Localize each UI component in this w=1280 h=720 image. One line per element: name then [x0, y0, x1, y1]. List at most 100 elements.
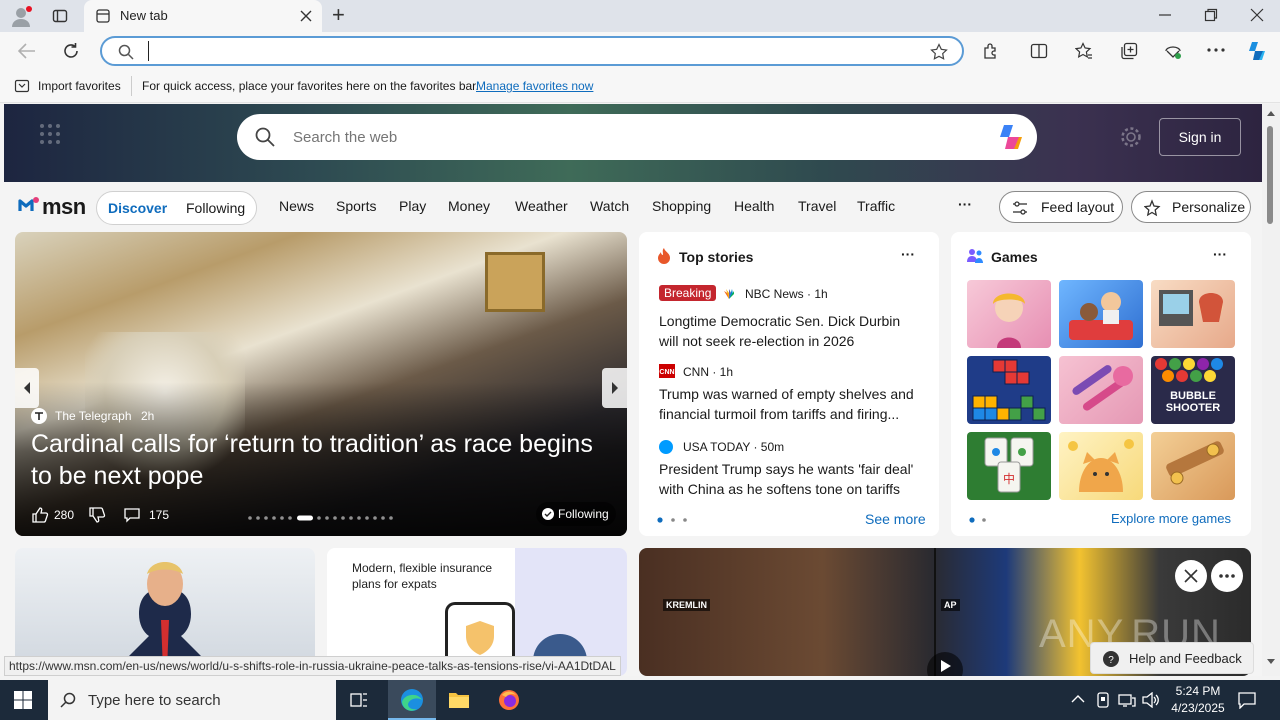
game-tile-waiter[interactable] [1059, 280, 1143, 348]
favorites-icon[interactable] [1075, 42, 1093, 60]
close-window-icon[interactable] [1250, 8, 1264, 22]
story-headline-1[interactable]: Longtime Democratic Sen. Dick Durbin wil… [659, 311, 921, 351]
game-tile-wood-puzzle[interactable] [1151, 432, 1235, 500]
nav-weather[interactable]: Weather [515, 198, 568, 214]
carousel-headline[interactable]: Cardinal calls for ‘return to tradition’… [31, 428, 611, 492]
favorite-star-icon[interactable] [930, 43, 948, 61]
dismiss-video-button[interactable] [1175, 560, 1207, 592]
notification-icon[interactable] [1238, 691, 1256, 709]
sign-in-button[interactable]: Sign in [1159, 118, 1241, 156]
web-search-box[interactable] [237, 114, 1037, 160]
msn-logo-icon[interactable] [17, 193, 41, 217]
tab-following[interactable]: Following [186, 200, 245, 216]
web-search-input[interactable] [293, 126, 973, 148]
top-stories-more-button[interactable]: ··· [901, 246, 915, 262]
feed-layout-label: Feed layout [1041, 199, 1115, 215]
game-tile-cafe[interactable] [1151, 280, 1235, 348]
copilot-icon[interactable] [1245, 39, 1269, 63]
address-input[interactable] [148, 41, 908, 61]
top-stories-pagination-dots[interactable] [657, 517, 689, 523]
story-source-2: CNN · 1h [683, 365, 734, 379]
task-view-icon[interactable] [350, 691, 368, 709]
nav-news[interactable]: News [279, 198, 314, 214]
nav-shopping[interactable]: Shopping [652, 198, 711, 214]
refresh-icon[interactable] [62, 42, 80, 60]
video-more-button[interactable] [1211, 560, 1243, 592]
device-icon[interactable] [1095, 692, 1111, 708]
tab-actions-icon[interactable] [52, 8, 68, 24]
dislike-icon[interactable] [88, 506, 106, 524]
personalize-button[interactable]: Personalize [1131, 191, 1251, 223]
apps-grid-icon[interactable] [38, 122, 62, 146]
address-bar[interactable] [100, 36, 964, 66]
import-favorites-button[interactable]: Import favorites [38, 79, 121, 93]
volume-icon[interactable] [1142, 692, 1160, 708]
minimize-icon[interactable] [1158, 8, 1172, 22]
comment-icon[interactable] [123, 506, 141, 524]
nav-watch[interactable]: Watch [590, 198, 629, 214]
msn-logo-text[interactable]: msn [42, 194, 86, 220]
file-explorer-icon[interactable] [448, 690, 470, 710]
feed-layout-button[interactable]: Feed layout [999, 191, 1123, 223]
back-icon[interactable] [18, 43, 36, 59]
extensions-icon[interactable] [982, 42, 1000, 60]
windows-start-icon[interactable] [14, 691, 32, 709]
page-scrollbar[interactable] [1262, 104, 1280, 676]
firefox-icon[interactable] [498, 689, 520, 711]
game-tile-bubble-shooter[interactable]: BUBBLE SHOOTER [1151, 356, 1235, 424]
games-title[interactable]: Games [991, 249, 1038, 265]
nav-sports[interactable]: Sports [336, 198, 376, 214]
tab-discover[interactable]: Discover [108, 200, 167, 216]
profile-icon[interactable] [10, 6, 32, 28]
page-settings-gear-icon[interactable] [1120, 126, 1142, 148]
svg-text:?: ? [1108, 655, 1114, 666]
nav-travel[interactable]: Travel [798, 198, 836, 214]
browser-title-bar: New tab + [0, 0, 1280, 32]
carousel-source: The Telegraph [55, 409, 132, 423]
play-button[interactable] [927, 652, 963, 676]
game-tile-makeup[interactable] [1059, 356, 1143, 424]
carousel-card[interactable]: The Telegraph 2h Cardinal calls for ‘ret… [15, 232, 627, 536]
clock-date[interactable]: 4/23/2025 [1166, 701, 1230, 715]
carousel-pagination-dots[interactable] [247, 515, 397, 521]
like-icon[interactable] [31, 506, 49, 524]
carousel-next-button[interactable] [602, 368, 627, 408]
story-headline-3[interactable]: President Trump says he wants 'fair deal… [659, 459, 921, 499]
telegraph-logo-icon [31, 408, 47, 424]
carousel-prev-button[interactable] [15, 368, 39, 408]
game-tile-blocks[interactable] [967, 356, 1051, 424]
nav-play[interactable]: Play [399, 198, 426, 214]
top-stories-title[interactable]: Top stories [679, 249, 753, 265]
kremlin-label: KREMLIN [663, 599, 710, 611]
nav-traffic[interactable]: Traffic [857, 198, 895, 214]
split-screen-icon[interactable] [1030, 42, 1048, 60]
network-icon[interactable] [1118, 692, 1136, 708]
settings-more-icon[interactable] [1207, 48, 1225, 52]
help-feedback-button[interactable]: ? Help and Feedback [1090, 642, 1254, 674]
nav-health[interactable]: Health [734, 198, 774, 214]
taskbar-edge-button[interactable] [388, 680, 436, 720]
browser-essentials-icon[interactable] [1164, 42, 1182, 60]
import-favorites-icon [14, 78, 30, 94]
games-pagination-dots[interactable] [969, 517, 989, 523]
restore-icon[interactable] [1204, 8, 1218, 22]
new-tab-button[interactable]: + [332, 4, 345, 26]
taskbar-search-box[interactable]: Type here to search [48, 680, 336, 720]
see-more-link[interactable]: See more [865, 511, 926, 527]
manage-favorites-link[interactable]: Manage favorites now [476, 79, 593, 93]
nav-more-button[interactable]: ··· [958, 196, 972, 212]
games-more-button[interactable]: ··· [1213, 246, 1227, 262]
collections-icon[interactable] [1120, 42, 1138, 60]
following-badge[interactable]: Following [536, 502, 616, 526]
explore-games-link[interactable]: Explore more games [1111, 511, 1231, 526]
game-tile-dress-up[interactable] [967, 280, 1051, 348]
story-headline-2[interactable]: Trump was warned of empty shelves and fi… [659, 384, 921, 424]
tab-new-tab[interactable]: New tab [84, 0, 322, 32]
game-tile-mahjong[interactable]: 中 [967, 432, 1051, 500]
game-tile-cat[interactable] [1059, 432, 1143, 500]
clock-time[interactable]: 5:24 PM [1174, 684, 1222, 698]
nav-money[interactable]: Money [448, 198, 490, 214]
close-tab-icon[interactable] [300, 10, 312, 22]
copilot-search-icon[interactable] [995, 121, 1027, 153]
show-hidden-icons-icon[interactable] [1071, 694, 1085, 704]
